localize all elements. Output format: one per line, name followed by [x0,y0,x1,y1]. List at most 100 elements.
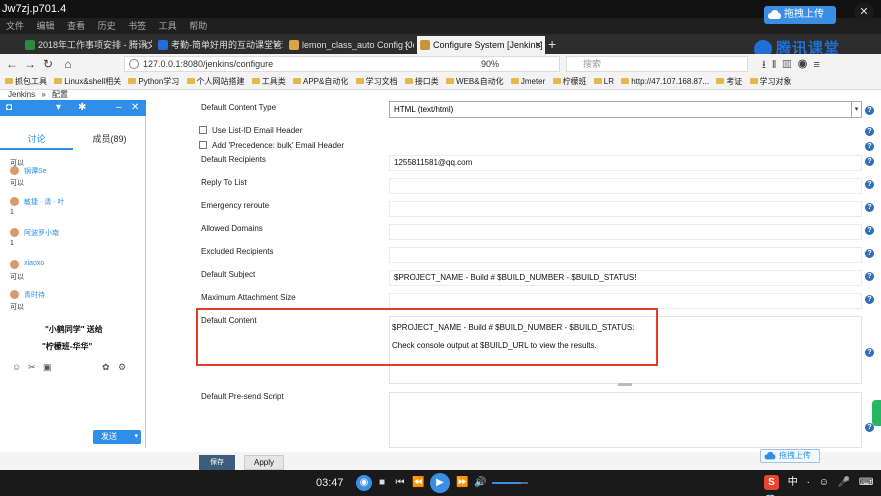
back-icon[interactable]: ← [4,54,20,74]
emoji-icon[interactable]: ☺ [819,477,829,488]
side-feedback-tab[interactable] [872,400,881,426]
home-icon[interactable]: ⌂ [60,54,76,74]
avatar[interactable] [10,290,19,299]
menu-item-edit[interactable]: 编辑 [37,21,55,31]
help-icon[interactable]: ? [865,157,874,166]
chevron-down-icon[interactable]: ▾ [134,430,138,444]
emoji-icon[interactable]: ☺ [12,362,21,372]
close-tab-icon[interactable]: ✕ [141,36,149,54]
breadcrumb-root[interactable]: Jenkins [8,90,35,99]
tab-work-schedule[interactable]: 2018年工作事项安排 - 腾讯文 ✕ [22,36,152,54]
help-icon[interactable]: ? [865,127,874,136]
chevron-down-icon[interactable]: ▾ [851,102,861,117]
help-icon[interactable]: ? [865,272,874,281]
breadcrumb-current[interactable]: 配置 [52,90,68,99]
help-icon[interactable]: ? [865,295,874,304]
library-icon[interactable]: ‖ [772,59,783,71]
sogou-input-logo[interactable]: S [764,475,779,490]
avatar[interactable] [10,166,19,175]
list-id-checkbox[interactable] [199,126,207,134]
scissors-icon[interactable]: ✂ [28,362,36,373]
reply-to-input[interactable] [389,178,862,194]
fast-forward-icon[interactable]: ⏩ [456,475,468,491]
menu-item-view[interactable]: 查看 [67,21,85,31]
emergency-reroute-input[interactable] [389,201,862,217]
precedence-checkbox[interactable] [199,141,207,149]
excluded-recipients-input[interactable] [389,247,862,263]
avatar[interactable] [10,197,19,206]
tab-members[interactable]: 成员(89) [73,130,146,148]
menu-item-file[interactable]: 文件 [6,21,24,31]
punctuation-icon[interactable]: · [807,477,810,488]
help-icon[interactable]: ? [865,142,874,151]
resize-grip[interactable] [618,383,632,386]
max-attachment-input[interactable] [389,293,862,309]
sender-name[interactable]: 阿波罗小南 [24,228,59,238]
pin-icon[interactable]: ✱ [78,102,86,114]
site-info-icon[interactable] [129,59,139,69]
account-icon[interactable]: ◉ [798,59,814,71]
drag-upload-button[interactable]: 拖拽上传 [764,6,836,24]
forward-icon[interactable]: → [22,54,38,74]
menu-item-tools[interactable]: 工具 [159,21,177,31]
bookmark-folder[interactable]: Python学习 [128,74,179,89]
close-icon[interactable]: ✕ [854,2,874,22]
bookmark-folder[interactable]: 学习对象 [749,74,792,89]
sender-name[interactable]: xiaoxo [24,260,44,267]
loop-icon[interactable]: ◉ [356,475,372,491]
avatar[interactable] [10,260,19,269]
search-input[interactable]: 搜索 [566,56,748,72]
settings-icon[interactable]: ⚙ [118,362,126,373]
previous-icon[interactable]: ⏮ [394,475,406,491]
input-mode-indicator[interactable]: 中 [788,477,798,488]
allowed-domains-input[interactable] [389,224,862,240]
bookmark-folder[interactable]: 接口类 [404,74,439,89]
sidebar-icon[interactable]: ▥ [782,59,797,71]
recipients-input[interactable]: 1255811581@qq.com [389,155,862,171]
sender-name[interactable]: 敏捷 · 清 · 叶 [24,197,64,207]
tab-lemon-config[interactable]: lemon_class_auto Config [Je ✕ [286,36,414,54]
image-icon[interactable]: ▣ [43,362,52,373]
menu-item-help[interactable]: 帮助 [189,21,207,31]
close-icon[interactable]: ✕ [131,102,139,114]
bookmark-folder[interactable]: 柠檬班 [552,74,587,89]
zoom-level[interactable]: 90% [481,57,499,71]
subject-input[interactable]: $PROJECT_NAME - Build # $BUILD_NUMBER - … [389,270,862,286]
address-bar[interactable]: 127.0.0.1:8080/jenkins/configure 90% [124,56,560,72]
menu-item-history[interactable]: 历史 [98,21,116,31]
menu-icon[interactable]: ≡ [813,59,825,71]
close-tab-icon[interactable]: ✕ [403,36,411,54]
bookmark-folder[interactable]: 抓包工具 [5,74,47,89]
tab-attendance[interactable]: 考勤-简单好用的互动课堂管理 ✕ [155,36,283,54]
presend-script-textarea[interactable] [389,392,862,448]
minimize-icon[interactable]: – [116,102,122,114]
apply-button[interactable]: Apply [244,455,284,470]
bookmark-link[interactable]: http://47.107.168.87... [621,74,709,89]
avatar[interactable] [10,228,19,237]
bookmark-folder[interactable]: APP&自动化 [293,74,348,89]
close-tab-icon[interactable]: ✕ [534,36,542,54]
tab-configure-system[interactable]: Configure System [Jenkins] ✕ [417,36,545,54]
sender-name[interactable]: 锅谭Se [24,166,47,176]
help-icon[interactable]: ? [865,249,874,258]
bookmark-folder[interactable]: WEB&自动化 [446,74,504,89]
new-tab-button[interactable]: + [548,34,562,54]
close-tab-icon[interactable]: ✕ [272,36,280,54]
rewind-icon[interactable]: ⏪ [412,475,424,491]
bookmark-folder[interactable]: Linux&shell相关 [54,74,121,89]
keyboard-icon[interactable]: ⌨ [859,477,873,488]
reload-icon[interactable]: ↻ [40,54,56,74]
content-type-select[interactable]: HTML (text/html) ▾ [389,101,862,118]
help-icon[interactable]: ? [865,106,874,115]
bookmark-folder[interactable]: 个人网站搭建 [186,74,245,89]
tab-discuss[interactable]: 讨论 [0,130,73,150]
save-button[interactable]: 保存 [199,455,235,470]
help-icon[interactable]: ? [865,226,874,235]
bookmark-folder[interactable]: 学习文档 [355,74,398,89]
bookmark-folder[interactable]: 工具类 [251,74,286,89]
drag-upload-button[interactable]: 拖拽上传 [760,449,820,463]
bookmark-folder[interactable]: LR [593,74,614,89]
volume-slider[interactable] [492,482,528,484]
play-button[interactable]: ▶ [430,473,450,493]
sender-name[interactable]: 青时待 [24,290,45,300]
